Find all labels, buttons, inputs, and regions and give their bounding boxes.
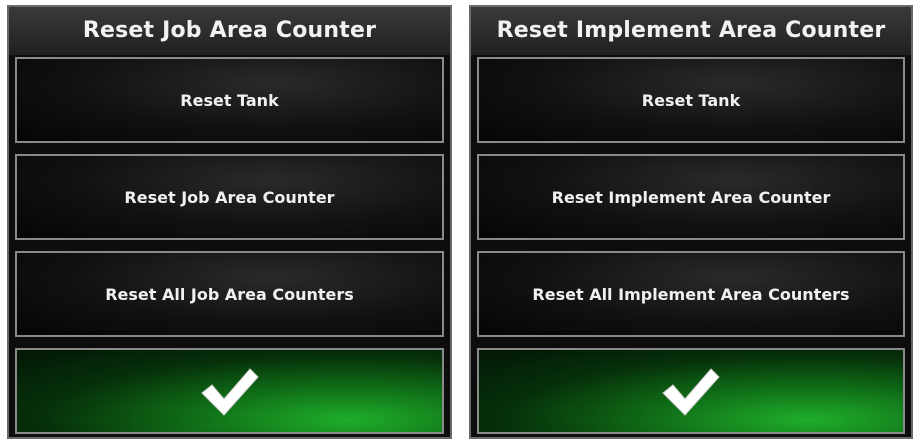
reset-job-area-counter-button[interactable]: Reset Job Area Counter — [15, 154, 444, 240]
reset-tank-button[interactable]: Reset Tank — [477, 57, 905, 143]
button-label: Reset Job Area Counter — [124, 187, 335, 207]
panel-title: Reset Implement Area Counter — [471, 7, 911, 55]
confirm-button[interactable] — [477, 348, 905, 434]
reset-implement-area-counter-button[interactable]: Reset Implement Area Counter — [477, 154, 905, 240]
button-label: Reset Implement Area Counter — [551, 187, 831, 207]
button-label: Reset All Implement Area Counters — [532, 284, 850, 304]
confirm-button[interactable] — [15, 348, 444, 434]
reset-all-implement-area-counters-button[interactable]: Reset All Implement Area Counters — [477, 251, 905, 337]
reset-all-job-area-counters-button[interactable]: Reset All Job Area Counters — [15, 251, 444, 337]
reset-tank-button[interactable]: Reset Tank — [15, 57, 444, 143]
button-label: Reset Tank — [641, 90, 741, 110]
checkmark-icon — [659, 363, 723, 419]
button-label: Reset Tank — [180, 90, 279, 110]
button-label: Reset All Job Area Counters — [105, 284, 354, 304]
reset-job-area-counter-panel: Reset Job Area Counter Reset Tank Reset … — [7, 5, 452, 439]
panel-title: Reset Job Area Counter — [9, 7, 450, 55]
reset-implement-area-counter-panel: Reset Implement Area Counter Reset Tank … — [469, 5, 913, 439]
checkmark-icon — [198, 363, 262, 419]
